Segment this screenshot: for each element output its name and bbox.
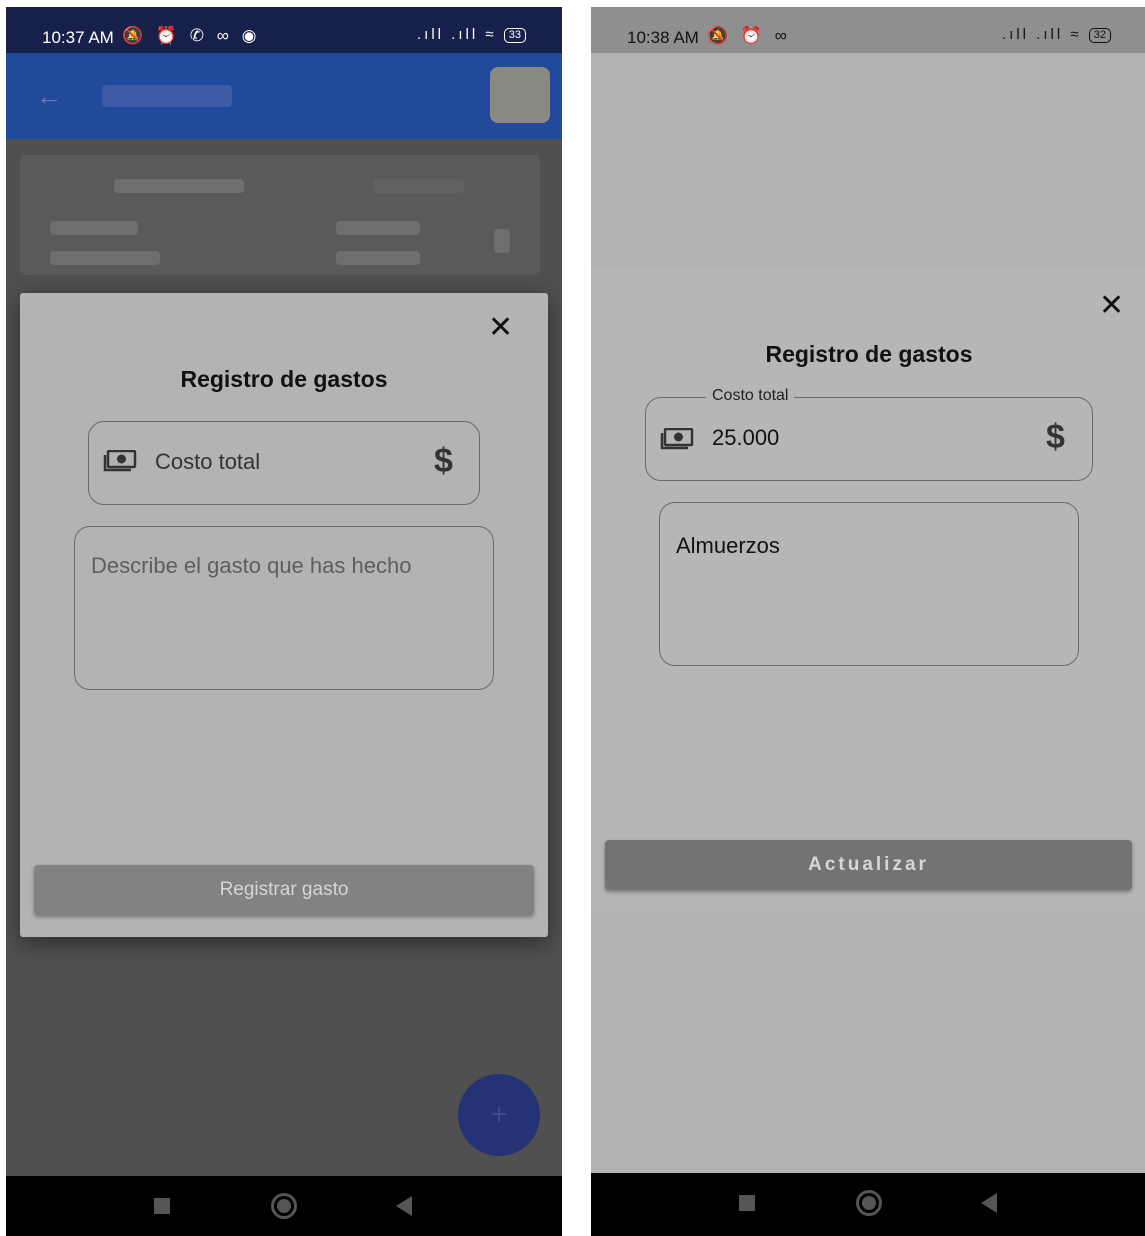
back-arrow-icon[interactable]: ← xyxy=(36,81,62,112)
cost-input[interactable]: Costo total 25.000 $ xyxy=(645,387,1093,481)
status-bar: 10:38 AM 🔕 ⏰ ∞ .ıll .ıll ≈ 32 xyxy=(591,7,1145,53)
blurred-text xyxy=(50,251,160,265)
system-nav-bar xyxy=(591,1173,1145,1236)
battery-icon: 33 xyxy=(503,28,526,43)
system-nav-bar xyxy=(6,1176,562,1236)
expense-dialog: ✕ Registro de gastos Costo total $ Descr… xyxy=(20,293,548,937)
cost-value: 25.000 xyxy=(712,425,780,450)
notification-icons: 🔕 ⏰ ✆ ∞ ◉ xyxy=(122,26,261,45)
dollar-icon: $ xyxy=(1046,418,1065,456)
recent-apps-icon[interactable] xyxy=(717,1173,777,1233)
description-placeholder: Describe el gasto que has hecho xyxy=(91,553,412,578)
status-time: 10:38 AM xyxy=(627,28,699,47)
expense-dialog: ✕ Registro de gastos Costo total 25.000 … xyxy=(591,269,1145,912)
add-fab-button[interactable]: + xyxy=(458,1074,540,1156)
home-icon[interactable] xyxy=(254,1176,314,1236)
cost-placeholder: Costo total xyxy=(155,449,261,474)
description-textarea[interactable]: Almuerzos xyxy=(659,502,1079,666)
blurred-text xyxy=(374,179,464,193)
back-icon[interactable] xyxy=(374,1176,434,1236)
recent-apps-icon[interactable] xyxy=(132,1176,192,1236)
app-title xyxy=(102,85,232,107)
signal-icon: .ıll .ıll ≈ xyxy=(1002,26,1082,43)
description-textarea[interactable]: Describe el gasto que has hecho xyxy=(74,526,494,690)
dialog-title: Registro de gastos xyxy=(765,341,973,367)
cash-icon xyxy=(103,450,137,472)
left-screenshot: 10:37 AM 🔕 ⏰ ✆ ∞ ◉ .ıll .ıll ≈ 33 ← + ✕ … xyxy=(6,7,562,1236)
battery-icon: 32 xyxy=(1088,28,1111,43)
description-value: Almuerzos xyxy=(676,533,780,558)
background-card xyxy=(20,155,540,275)
blurred-text xyxy=(336,251,420,265)
close-icon[interactable]: ✕ xyxy=(488,313,513,343)
status-time: 10:37 AM xyxy=(42,28,114,47)
chevron-right-icon xyxy=(494,229,510,253)
notification-icons: 🔕 ⏰ ∞ xyxy=(707,26,791,45)
app-bar: ← xyxy=(6,53,562,139)
signal-icons: .ıll .ıll ≈ 33 xyxy=(417,26,526,43)
blurred-text xyxy=(336,221,420,235)
cost-input[interactable]: Costo total $ xyxy=(88,421,480,505)
cost-label: Costo total xyxy=(706,387,795,405)
signal-icon: .ıll .ıll ≈ xyxy=(417,26,497,43)
avatar[interactable] xyxy=(490,67,550,123)
dollar-icon: $ xyxy=(434,442,453,480)
dialog-title: Registro de gastos xyxy=(180,366,388,392)
signal-icons: .ıll .ıll ≈ 32 xyxy=(1002,26,1111,43)
back-icon[interactable] xyxy=(959,1173,1019,1233)
register-expense-button[interactable]: Registrar gasto xyxy=(34,865,534,915)
right-screenshot: 10:38 AM 🔕 ⏰ ∞ .ıll .ıll ≈ 32 ✕ Registro… xyxy=(591,7,1145,1236)
update-button[interactable]: Actualizar xyxy=(605,840,1132,890)
plus-icon: + xyxy=(490,1098,508,1131)
close-icon[interactable]: ✕ xyxy=(1099,291,1124,321)
status-bar: 10:37 AM 🔕 ⏰ ✆ ∞ ◉ .ıll .ıll ≈ 33 xyxy=(6,7,562,53)
home-icon[interactable] xyxy=(839,1173,899,1233)
blurred-text xyxy=(114,179,244,193)
blurred-text xyxy=(50,221,138,235)
cash-icon xyxy=(660,428,694,450)
